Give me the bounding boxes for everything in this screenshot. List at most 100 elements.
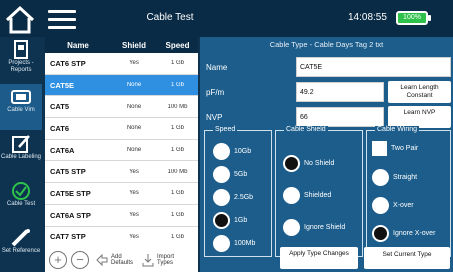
- clock: 14:08:55: [348, 12, 387, 23]
- radio-button[interactable]: [283, 219, 300, 236]
- wiring-option-label: X-over: [393, 202, 414, 209]
- cable-type-list: Name Shield Speed CAT6 STP Yes 1 Gb CAT5…: [45, 37, 198, 247]
- speed-option-label: 100Mb: [234, 240, 256, 247]
- radio-button[interactable]: [213, 189, 230, 206]
- radio-button-selected[interactable]: [283, 155, 300, 172]
- wiring-option-two-pair[interactable]: Two Pair: [372, 141, 418, 156]
- table-row[interactable]: CAT6A None 1 Gb: [45, 140, 198, 162]
- sidebar-item-cable-vim[interactable]: Cable Vim: [0, 84, 42, 130]
- speed-option-1gb[interactable]: 1Gb: [213, 212, 247, 229]
- row-name: CAT6A: [50, 145, 75, 155]
- speed-option-10gb[interactable]: 10Gb: [213, 143, 251, 160]
- radio-button-selected[interactable]: [213, 212, 230, 229]
- row-shield: None: [126, 82, 142, 89]
- radio-button[interactable]: [372, 197, 389, 214]
- radio-button[interactable]: [372, 169, 389, 186]
- import-icon: [142, 253, 154, 266]
- set-current-type-button[interactable]: Set Current Type: [364, 247, 450, 269]
- import-types-button[interactable]: Import Types: [141, 253, 181, 267]
- speed-group-title: Speed: [213, 126, 238, 133]
- table-row[interactable]: CAT6 None 1 Gb: [45, 118, 198, 140]
- sidebar-item-set-reference[interactable]: Set Reference: [0, 225, 42, 271]
- wiring-option-straight[interactable]: Straight: [372, 169, 417, 186]
- sidebar-item-cable-test[interactable]: Cable Test: [0, 178, 42, 224]
- pfm-label: pF/m: [206, 88, 225, 97]
- wiring-option-x-over[interactable]: X-over: [372, 197, 414, 214]
- speed-option-100mb[interactable]: 100Mb: [213, 235, 255, 252]
- list-header: Name Shield Speed: [45, 37, 198, 53]
- row-name: CAT5 STP: [50, 167, 86, 177]
- wiring-option-label: Two Pair: [391, 145, 419, 152]
- row-name: CAT5: [50, 102, 70, 112]
- row-shield: Yes: [129, 212, 139, 219]
- shield-option-shielded[interactable]: Shielded: [283, 187, 331, 204]
- sidebar-item-projects[interactable]: Projects - Reports: [0, 37, 42, 83]
- table-row-selected[interactable]: CAT5E None 1 Gb: [45, 74, 198, 97]
- learn-length-constant-button[interactable]: Learn Length Constant: [388, 81, 451, 103]
- check-circle-icon: [12, 182, 30, 200]
- wiring-option-ignore-x-over[interactable]: Ignore X-over: [372, 225, 435, 242]
- learn-nvp-button[interactable]: Learn NVP: [388, 106, 451, 128]
- speed-option-label: 2.5Gb: [234, 194, 254, 201]
- radio-button-selected[interactable]: [372, 225, 389, 242]
- row-name: CAT6 STP: [50, 58, 86, 68]
- shield-option-ignore-shield[interactable]: Ignore Shield: [283, 219, 345, 236]
- row-speed: 100 Mb: [167, 168, 188, 175]
- table-row[interactable]: CAT5E STP Yes 1 Gb: [45, 183, 198, 205]
- shield-option-label: Shielded: [304, 192, 332, 199]
- speed-option-label: 10Gb: [234, 148, 252, 155]
- apply-type-changes-button[interactable]: Apply Type Changes: [280, 247, 358, 269]
- sidebar-item-labeling[interactable]: Cable Labeling: [0, 131, 42, 177]
- speed-option-2-5gb[interactable]: 2.5Gb: [213, 189, 253, 206]
- speed-option-5gb[interactable]: 5Gb: [213, 166, 247, 183]
- row-name: CAT7 STP: [50, 232, 86, 242]
- cable-wiring-group: Cable Wiring Two Pair Straight X-over Ig…: [366, 126, 451, 257]
- labeling-icon: [12, 135, 30, 153]
- radio-button[interactable]: [213, 235, 230, 252]
- page-title: Cable Test: [146, 12, 194, 23]
- row-name: CAT5E: [50, 80, 75, 90]
- row-speed: 1 Gb: [170, 125, 184, 132]
- row-shield: Yes: [129, 60, 139, 67]
- radio-button[interactable]: [213, 166, 230, 183]
- cable-vim-icon: [11, 90, 31, 104]
- add-defaults-button[interactable]: Add Defaults: [95, 253, 135, 267]
- checkbox[interactable]: [372, 141, 387, 156]
- sidebar-item-label: Cable Test: [6, 201, 36, 207]
- speed-option-label: 1Gb: [234, 217, 248, 224]
- shield-option-label: No Shield: [304, 160, 335, 167]
- nvp-field[interactable]: 66: [296, 107, 384, 127]
- row-speed: 100 Mb: [167, 103, 188, 110]
- top-bar: Cable Test 14:08:55 100%: [0, 0, 453, 37]
- row-speed: 1 Gb: [170, 233, 184, 240]
- table-row[interactable]: CAT6 STP Yes 1 Gb: [45, 53, 198, 75]
- cable-wiring-group-title: Cable Wiring: [375, 126, 420, 133]
- name-field[interactable]: CAT5E: [296, 57, 451, 77]
- add-icon[interactable]: +: [49, 250, 67, 269]
- speed-option-label: 5Gb: [234, 171, 248, 178]
- shield-option-no-shield[interactable]: No Shield: [283, 155, 334, 172]
- sidebar-item-label: Set Reference: [1, 248, 41, 254]
- row-name: CAT6A STP: [50, 210, 91, 220]
- pfm-field[interactable]: 49.2: [296, 82, 384, 102]
- table-row[interactable]: CAT5 None 100 Mb: [45, 96, 198, 119]
- nvp-label: NVP: [206, 113, 223, 122]
- row-speed: 1 Gb: [170, 190, 184, 197]
- table-row[interactable]: CAT7 STP Yes 1 Gb: [45, 227, 198, 248]
- column-header-shield: Shield: [121, 40, 146, 50]
- row-shield: None: [126, 125, 142, 132]
- row-speed: 1 Gb: [170, 82, 184, 89]
- add-defaults-label: Add Defaults: [111, 253, 134, 266]
- panel-title: Cable Type - Cable Days Tag 2 txt: [269, 40, 384, 49]
- hamburger-menu-icon[interactable]: [48, 10, 76, 30]
- wiring-option-label: Ignore X-over: [393, 230, 436, 237]
- speed-group: Speed 10Gb 5Gb 2.5Gb 1Gb 100Mb: [204, 126, 272, 257]
- radio-button[interactable]: [283, 187, 300, 204]
- home-icon[interactable]: [4, 5, 36, 35]
- table-row[interactable]: CAT6A STP Yes 1 Gb: [45, 205, 198, 227]
- cable-shield-group: Cable Shield No Shield Shielded Ignore S…: [275, 126, 363, 257]
- table-row[interactable]: CAT5 STP Yes 100 Mb: [45, 161, 198, 184]
- wiring-option-label: Straight: [393, 174, 418, 181]
- radio-button[interactable]: [213, 143, 230, 160]
- remove-icon[interactable]: −: [71, 250, 89, 269]
